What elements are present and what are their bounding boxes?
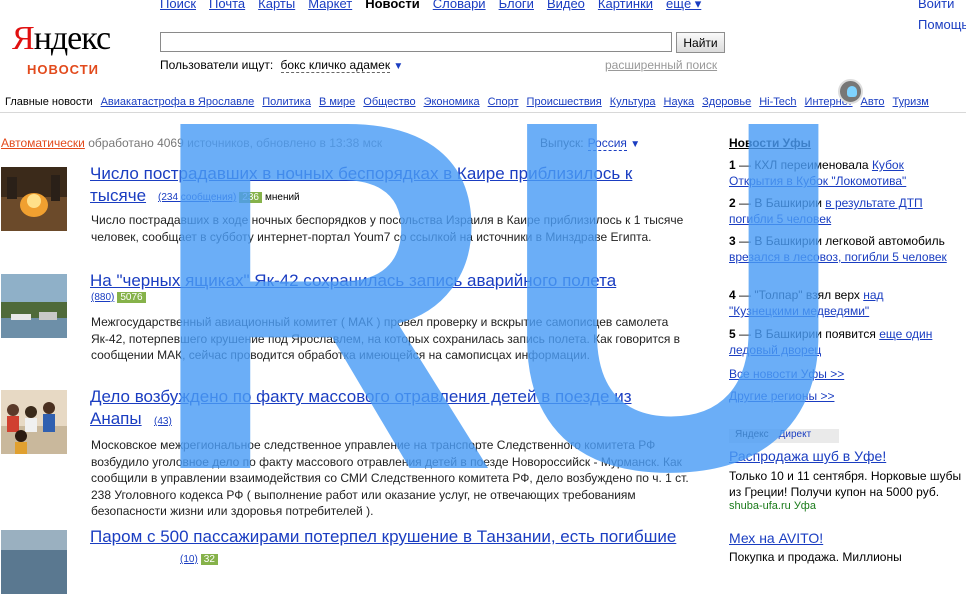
- chevron-down-icon[interactable]: ▼: [630, 139, 640, 150]
- item-number: 1: [729, 158, 736, 172]
- category-list: Главные новости Авиакатастрофа в Ярославл…: [5, 96, 937, 108]
- item-text: В Башкирии появится: [754, 327, 880, 341]
- item-text: "Толпар" взял верх: [754, 288, 864, 302]
- ufa-news-item: 5 — В Башкирии появится еще один ледовый…: [729, 327, 933, 357]
- logo-rest: ндекс: [33, 20, 111, 57]
- item-number: 2: [729, 196, 736, 210]
- news-count[interactable]: (234 сообщения): [158, 192, 236, 203]
- yandex-logo[interactable]: Яндекс: [12, 20, 111, 58]
- services-nav: Поиск Почта Карты Маркет Новости Словари Блоги…: [160, 0, 714, 12]
- category-link-13[interactable]: Авто: [861, 96, 885, 108]
- news-text: Московское межрегиональное следственное …: [91, 438, 689, 518]
- logo-letter: Я: [12, 20, 35, 57]
- ghost-icon[interactable]: [838, 79, 863, 104]
- news-meta: (10) 32: [180, 554, 218, 565]
- direct-yandex: Яндекс: [735, 429, 769, 440]
- edition-select[interactable]: Выпуск: Россия ▼: [540, 136, 640, 151]
- yandex-direct-header[interactable]: Яндекс Директ: [729, 429, 839, 443]
- advanced-search-link[interactable]: расширенный поиск: [605, 58, 717, 72]
- news-title[interactable]: На "черных ящиках" Як-42 сохранилась зап…: [90, 270, 680, 292]
- users-search: Пользователи ищут: бокс кличко адамек ▼: [160, 58, 403, 73]
- news-thumbnail-crash-site[interactable]: [1, 274, 67, 338]
- users-search-label: Пользователи ищут:: [160, 58, 274, 72]
- nav-link-2[interactable]: Карты: [258, 0, 295, 11]
- users-search-query[interactable]: бокс кличко адамек: [280, 58, 391, 73]
- opinions-badge[interactable]: 5076: [117, 292, 146, 303]
- category-bar: Главные новости Авиакатастрофа в Ярославл…: [0, 90, 966, 113]
- direct-label[interactable]: Директ: [779, 429, 812, 440]
- ufa-news-item: 3 — В Башкирии легковой автомобиль вреза…: [729, 234, 947, 264]
- logo-subtitle[interactable]: НОВОСТИ: [27, 62, 99, 77]
- news-meta: (43): [154, 416, 172, 427]
- category-link-14[interactable]: Туризм: [893, 96, 929, 108]
- chevron-down-icon[interactable]: ▼: [393, 61, 403, 72]
- item-text: В Башкирии: [754, 196, 826, 210]
- news-thumbnail-children[interactable]: [1, 390, 67, 454]
- nav-link-6[interactable]: Блоги: [499, 0, 534, 11]
- ufa-news-item: 1 — КХЛ переименовала Кубок Открытия в К…: [729, 158, 907, 188]
- nav-link-3[interactable]: Маркет: [308, 0, 352, 11]
- status-text: обработано 4069 источников, обновлено в …: [84, 136, 383, 150]
- search-input[interactable]: [160, 32, 672, 52]
- all-ufa-news-link[interactable]: Все новости Уфы >>: [729, 367, 844, 381]
- item-number: 5: [729, 327, 736, 341]
- ad-title[interactable]: Распродажа шуб в Уфе!: [729, 448, 886, 464]
- item-number: 4: [729, 288, 736, 302]
- category-link-3[interactable]: В мире: [319, 96, 355, 108]
- category-link-10[interactable]: Здоровье: [702, 96, 751, 108]
- news-thumbnail-riot[interactable]: [1, 167, 67, 231]
- ufa-news-item: 4 — "Толпар" взял верх над "Кузнецкими м…: [729, 288, 884, 318]
- category-link-2[interactable]: Политика: [262, 96, 311, 108]
- nav-link-1[interactable]: Почта: [209, 0, 245, 11]
- opinions-badge[interactable]: 236: [239, 192, 262, 203]
- news-title[interactable]: Паром с 500 пассажирами потерпел крушени…: [90, 526, 680, 548]
- login-link[interactable]: Войти: [918, 0, 954, 11]
- help-link[interactable]: Помощь: [918, 17, 966, 32]
- news-count[interactable]: (43): [154, 416, 172, 427]
- category-link-5[interactable]: Экономика: [424, 96, 480, 108]
- ad-text: Только 10 и 11 сентября. Норковые шубы и…: [729, 469, 962, 499]
- other-regions-link[interactable]: Другие регионы >>: [729, 389, 834, 403]
- nav-link-0[interactable]: Поиск: [160, 0, 196, 11]
- nav-link-5[interactable]: Словари: [433, 0, 486, 11]
- news-count[interactable]: (880): [91, 292, 114, 303]
- auto-link[interactable]: Автоматически: [1, 136, 85, 150]
- opinions-badge[interactable]: 32: [200, 554, 218, 565]
- category-link-7[interactable]: Происшествия: [527, 96, 602, 108]
- category-link-1[interactable]: Авиакатастрофа в Ярославле: [101, 96, 255, 108]
- news-text: Межгосударственный авиационный комитет (…: [91, 315, 681, 362]
- category-link-4[interactable]: Общество: [363, 96, 415, 108]
- opinions-label: мнений: [264, 192, 300, 203]
- news-title[interactable]: Дело возбуждено по факту массового отрав…: [90, 386, 680, 430]
- category-link-9[interactable]: Наука: [664, 96, 695, 108]
- news-meta: (234 сообщения) 236 мнений: [158, 192, 300, 203]
- item-number: 3: [729, 234, 736, 248]
- category-link-6[interactable]: Спорт: [488, 96, 519, 108]
- edition-value[interactable]: Россия: [587, 136, 627, 151]
- category-link-11[interactable]: Hi-Tech: [759, 96, 796, 108]
- item-link[interactable]: врезался в лесовоз, погибли 5 человек: [729, 250, 947, 264]
- ufa-news-item: 2 — В Башкирии в результате ДТП погибли …: [729, 196, 923, 226]
- news-count[interactable]: (10): [180, 554, 198, 565]
- item-text: В Башкирии легковой автомобиль: [754, 234, 945, 248]
- search-button[interactable]: Найти: [676, 32, 725, 53]
- edition-label: Выпуск:: [540, 136, 584, 150]
- category-link-0[interactable]: Главные новости: [5, 96, 93, 108]
- nav-link-8[interactable]: Картинки: [598, 0, 653, 11]
- category-link-8[interactable]: Культура: [610, 96, 656, 108]
- ad-title[interactable]: Мех на AVITO!: [729, 530, 823, 546]
- ufa-news-title[interactable]: Новости Уфы: [729, 136, 811, 150]
- item-text: КХЛ переименовала: [754, 158, 872, 172]
- news-meta: (880) 5076: [91, 292, 146, 303]
- news-thumbnail-ferry[interactable]: [1, 530, 67, 594]
- nav-link-4[interactable]: Новости: [365, 0, 420, 11]
- status-line: Автоматически обработано 4069 источников…: [1, 136, 382, 150]
- nav-link-9[interactable]: ещё ▾: [666, 0, 701, 11]
- ad-text: Покупка и продажа. Миллионы: [729, 550, 902, 564]
- ad-url[interactable]: shuba-ufa.ru Уфа: [729, 500, 816, 512]
- nav-link-7[interactable]: Видео: [547, 0, 585, 11]
- ghost-face-icon: [847, 86, 857, 97]
- news-text: Число пострадавших в ходе ночных беспоря…: [91, 213, 684, 244]
